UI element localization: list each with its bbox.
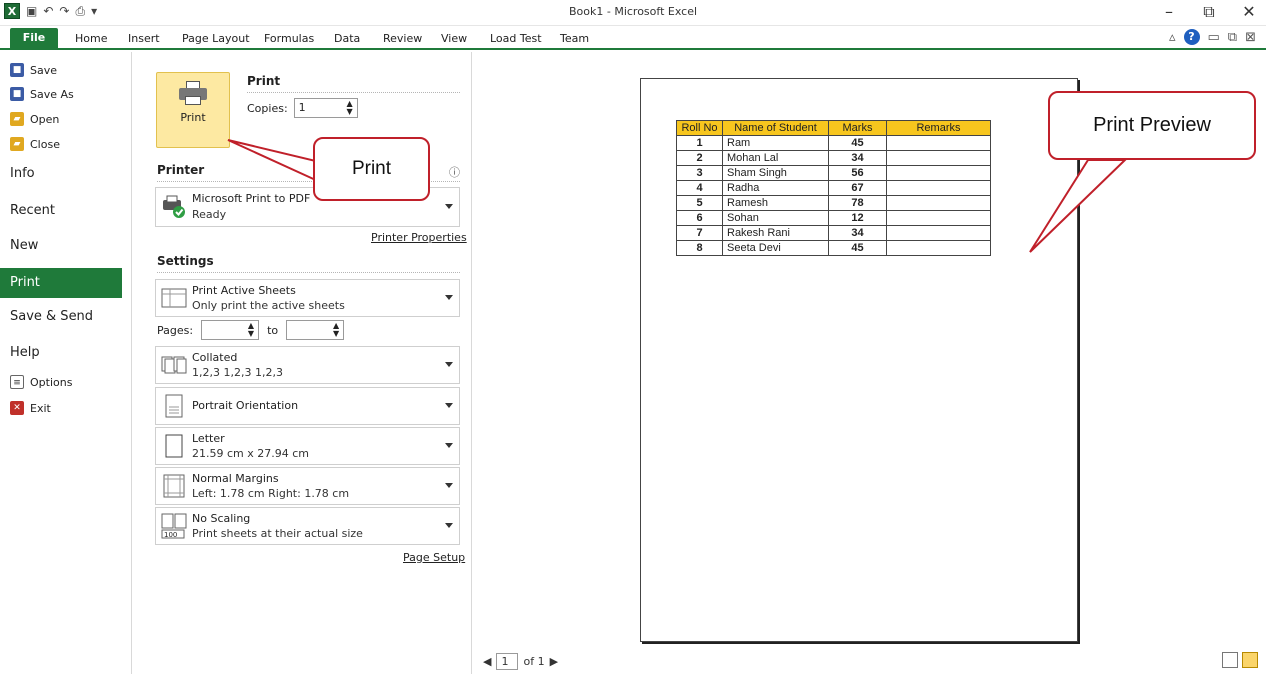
print-preview-callout-text: Print Preview — [1093, 114, 1211, 136]
zoom-to-page-icon[interactable] — [1242, 652, 1258, 668]
next-page-icon[interactable]: ▶ — [550, 655, 558, 668]
preview-view-controls — [1222, 652, 1258, 668]
print-callout-text: Print — [351, 158, 392, 179]
page-count: of 1 — [523, 655, 545, 668]
print-callout-pointer — [227, 139, 321, 184]
print-callout: Print — [313, 137, 430, 201]
current-page-input[interactable]: 1 — [496, 653, 519, 670]
preview-callout-pointer — [1029, 159, 1128, 253]
previous-page-icon[interactable]: ◀ — [483, 655, 491, 668]
print-preview-callout: Print Preview — [1048, 91, 1256, 160]
page-navigator: ◀ 1 of 1 ▶ — [483, 653, 558, 670]
show-margins-icon[interactable] — [1222, 652, 1238, 668]
